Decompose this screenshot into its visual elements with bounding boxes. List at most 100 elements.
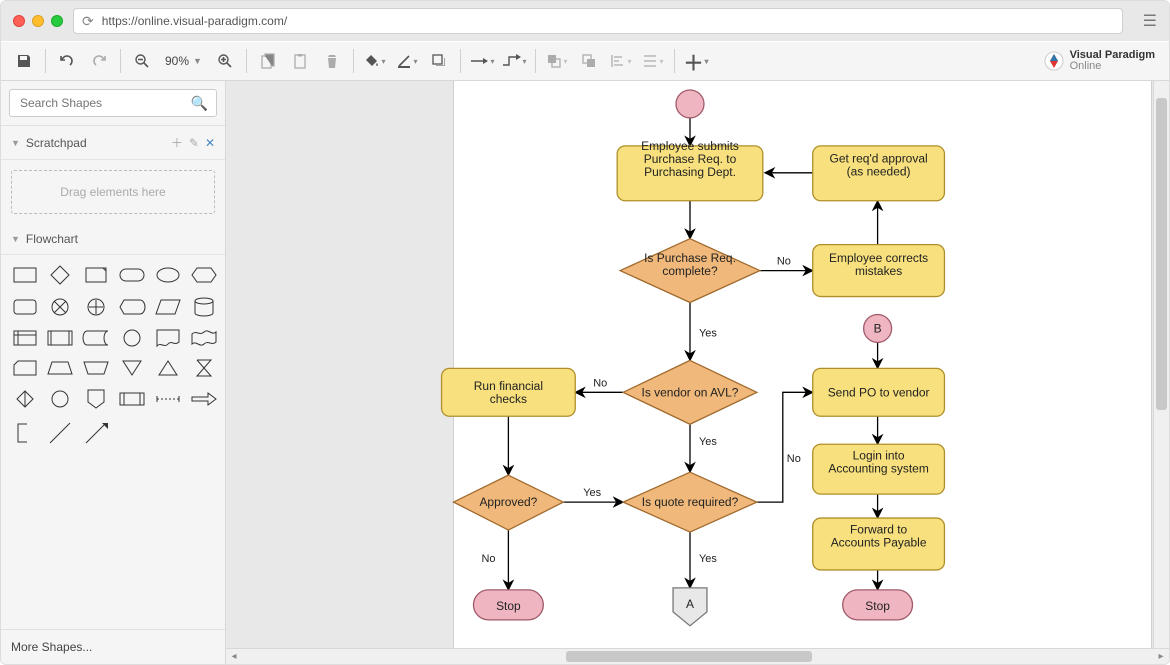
close-window-icon[interactable]	[13, 15, 25, 27]
scrollbar-thumb[interactable]	[566, 651, 812, 662]
waypoint-style-button[interactable]: ▾	[499, 47, 529, 75]
insert-button[interactable]: ＋▾	[681, 47, 711, 75]
line-color-button[interactable]: ▾	[392, 47, 422, 75]
shape-triangle-up[interactable]	[155, 359, 181, 377]
shape-rectangle[interactable]	[13, 265, 37, 285]
zoom-out-button[interactable]	[127, 47, 157, 75]
paste-button[interactable]	[285, 47, 315, 75]
node-start[interactable]	[676, 90, 704, 118]
shape-crossed-circle[interactable]	[47, 297, 73, 317]
zoom-level[interactable]: 90% ▼	[159, 54, 208, 68]
fill-color-button[interactable]: ▾	[360, 47, 390, 75]
editor-toolbar: 90% ▼ ▾ ▾ ▾ ▾	[1, 41, 1169, 81]
shape-hexagon[interactable]	[191, 265, 217, 285]
shape-plus-circle[interactable]	[83, 297, 109, 317]
address-bar[interactable]: ⟳ https://online.visual-paradigm.com/	[73, 8, 1123, 34]
shape-document[interactable]	[155, 329, 181, 347]
svg-text:Employee submitsPurchase Req.: Employee submitsPurchase Req. toPurchasi…	[641, 139, 739, 179]
shape-arrow[interactable]	[191, 389, 217, 409]
canvas[interactable]: .proc{fill:#f7e07d;stroke:#b08f2a;stroke…	[226, 81, 1169, 664]
vertical-scrollbar[interactable]	[1153, 81, 1169, 648]
scratchpad-label: Scratchpad	[26, 136, 165, 150]
shape-triangle-down[interactable]	[119, 359, 145, 377]
scratchpad-header[interactable]: ▼ Scratchpad ＋ ✎ ✕	[1, 126, 225, 160]
shape-annotation[interactable]	[13, 421, 37, 445]
shape-circle2[interactable]	[47, 389, 73, 409]
shape-terminator[interactable]	[119, 265, 145, 285]
close-icon[interactable]: ✕	[205, 136, 215, 150]
redo-button[interactable]	[84, 47, 114, 75]
more-shapes-label: More Shapes...	[11, 640, 92, 654]
shape-arrow-line[interactable]	[83, 421, 109, 445]
reload-icon[interactable]: ⟳	[82, 13, 94, 30]
shape-merge-lines[interactable]	[155, 389, 181, 409]
chevron-down-icon: ▼	[193, 56, 202, 66]
shape-internal-storage[interactable]	[13, 329, 37, 347]
dropzone-label: Drag elements here	[60, 185, 165, 199]
shape-cylinder[interactable]	[191, 297, 217, 317]
to-back-button[interactable]	[574, 47, 604, 75]
node-label: A	[686, 597, 694, 611]
shape-ellipse[interactable]	[155, 265, 181, 285]
edge-label: No	[777, 256, 791, 268]
shape-circle[interactable]	[119, 329, 145, 347]
more-shapes-button[interactable]: More Shapes...	[1, 629, 225, 664]
align-button[interactable]: ▾	[606, 47, 636, 75]
shape-delay[interactable]	[119, 389, 145, 409]
edge-label: Yes	[699, 436, 717, 448]
shape-card[interactable]	[13, 359, 37, 377]
svg-text:Send PO to vendor: Send PO to vendor	[828, 385, 930, 399]
menu-icon[interactable]: ☰	[1143, 11, 1157, 31]
delete-button[interactable]	[317, 47, 347, 75]
search-icon: 🔍	[191, 95, 208, 112]
shape-stored-data[interactable]	[83, 329, 109, 347]
shape-display[interactable]	[119, 297, 145, 317]
distribute-button[interactable]: ▾	[638, 47, 668, 75]
minimize-window-icon[interactable]	[32, 15, 44, 27]
shape-tape[interactable]	[191, 329, 217, 347]
add-icon[interactable]: ＋	[171, 134, 183, 151]
separator	[246, 49, 247, 73]
shape-diamond[interactable]	[47, 265, 73, 285]
shape-parallelogram[interactable]	[155, 297, 181, 317]
undo-button[interactable]	[52, 47, 82, 75]
shape-offpage-diamond[interactable]	[13, 389, 37, 409]
zoom-text: 90%	[165, 54, 189, 68]
edit-icon[interactable]: ✎	[189, 136, 199, 150]
flowchart-header[interactable]: ▼ Flowchart	[1, 224, 225, 255]
main-area: 🔍 ▼ Scratchpad ＋ ✎ ✕ Drag elements here …	[1, 81, 1169, 664]
shape-hourglass[interactable]	[191, 359, 217, 377]
separator	[460, 49, 461, 73]
scroll-right-icon[interactable]: ▸	[1153, 649, 1169, 664]
edge-label: No	[593, 377, 607, 389]
connector-style-button[interactable]: ▾	[467, 47, 497, 75]
shape-trapezoid[interactable]	[47, 359, 73, 377]
copy-button[interactable]	[253, 47, 283, 75]
save-button[interactable]	[9, 47, 39, 75]
shape-predefined[interactable]	[47, 329, 73, 347]
shape-manual-op[interactable]	[83, 359, 109, 377]
shape-roundrect[interactable]	[13, 297, 37, 317]
scratchpad-dropzone[interactable]: Drag elements here	[11, 170, 215, 214]
separator	[674, 49, 675, 73]
svg-text:Approved?: Approved?	[479, 495, 537, 509]
zoom-in-button[interactable]	[210, 47, 240, 75]
horizontal-scrollbar[interactable]: ◂ ▸	[226, 648, 1169, 664]
search-input[interactable]	[18, 95, 185, 111]
search-input-wrap[interactable]: 🔍	[9, 89, 217, 117]
svg-text:Is quote required?: Is quote required?	[642, 495, 739, 509]
shape-offpage[interactable]	[83, 389, 109, 409]
scroll-left-icon[interactable]: ◂	[226, 649, 242, 664]
shape-line[interactable]	[47, 421, 73, 445]
edge-label: Yes	[583, 487, 601, 499]
scrollbar-thumb[interactable]	[1156, 98, 1167, 410]
separator	[120, 49, 121, 73]
to-front-button[interactable]: ▾	[542, 47, 572, 75]
shadow-button[interactable]	[424, 47, 454, 75]
separator	[45, 49, 46, 73]
shape-page[interactable]	[83, 265, 109, 285]
node-label: Stop	[496, 599, 521, 613]
maximize-window-icon[interactable]	[51, 15, 63, 27]
chevron-down-icon: ▼	[11, 138, 20, 148]
node-label: Stop	[865, 599, 890, 613]
